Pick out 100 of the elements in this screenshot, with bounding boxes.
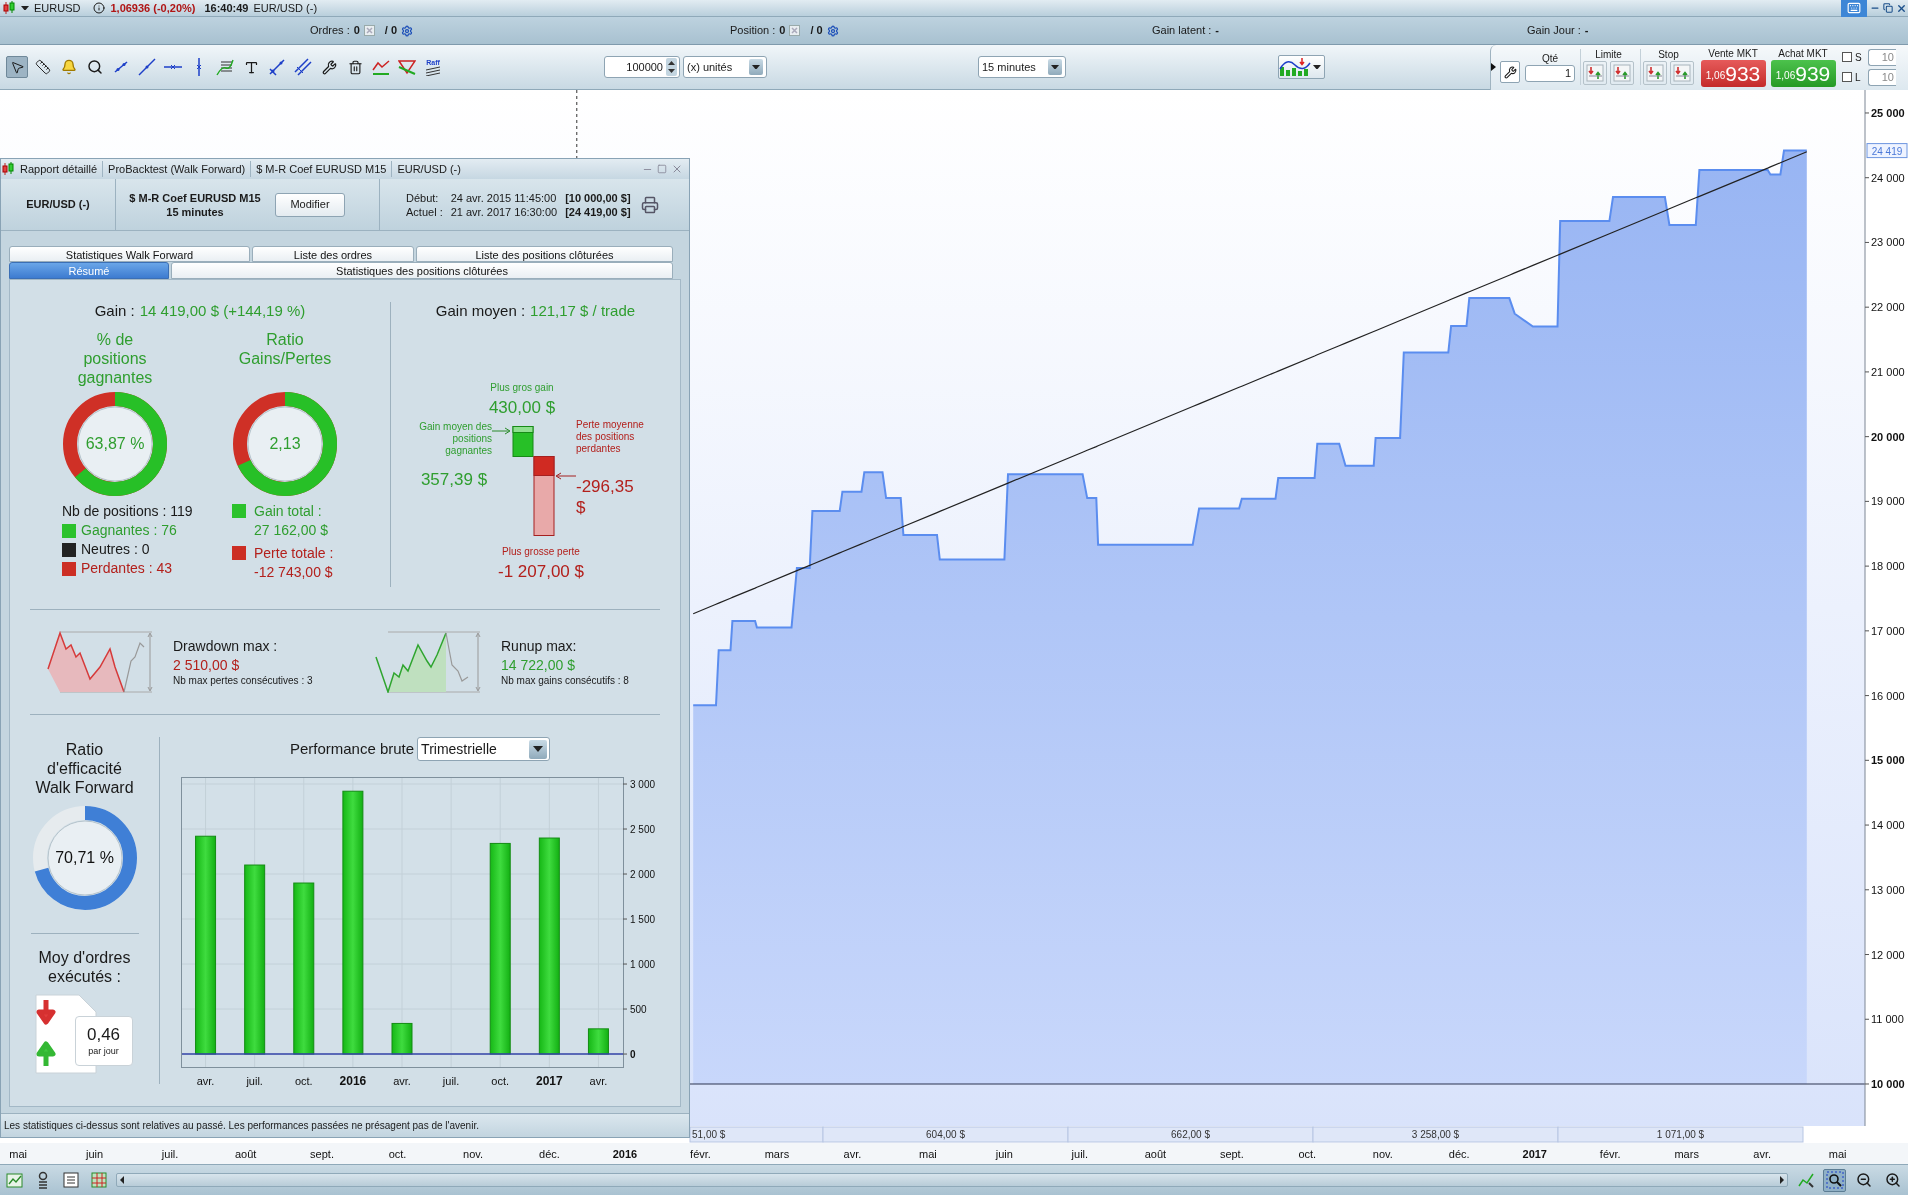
checkbox-label: L [1855,70,1862,85]
unit-select[interactable]: (x) unités [683,56,767,78]
axis-label: 19 000 [1871,495,1905,508]
stat-value: 14 419,00 $ (+144,19 %) [139,301,306,321]
period-gain: 51,00 $ [689,1126,824,1143]
window-title: ProBacktest (Walk Forward) [102,160,251,178]
chart-type-icon [1279,57,1311,77]
limit-order-button[interactable] [1583,61,1607,85]
axis-label: avr. [1753,1148,1772,1160]
legend-label: Gagnantes : 76 [81,521,177,540]
tab[interactable]: Statistiques Walk Forward [9,246,250,262]
wrench-icon [321,59,337,75]
keyboard-button[interactable] [1841,0,1867,17]
market-order-button[interactable]: 1,06933 [1700,59,1766,87]
caret-icon [1051,64,1059,70]
axis-label: 17 000 [1871,624,1905,637]
print-button[interactable] [640,195,659,214]
stat-title: Ratio d'efficacité Walk Forward [34,740,135,797]
offset-field[interactable]: 10 [1868,48,1896,66]
chart-caption: Plus gros gain [489,381,555,395]
wrench-icon [1503,65,1517,79]
checkbox[interactable] [1842,52,1852,62]
stat-title: Moy d'ordres exécutés : [37,948,132,986]
segment-icon [112,58,130,76]
axis-label: 0 [630,1049,636,1061]
axis-label: sept. [310,1148,334,1160]
axis-label: mai [9,1148,28,1160]
export-chart-icon [6,1171,24,1189]
settings-button[interactable] [1500,61,1520,83]
axis-label: 2017 [1522,1148,1547,1160]
axis-label: 15 000 [1871,754,1905,767]
stop-order-button[interactable] [1670,61,1694,85]
instrument-label: EUR/USD (-) [26,197,90,213]
disclaimer-text: Les statistiques ci-dessus sont relatives au passé. Les performances passées ne présagent pas de l'avenir. [4,1118,479,1133]
info-label: Ordres : [310,23,350,39]
period-gain: 662,00 $ [1067,1126,1314,1143]
zoom-tool-button[interactable] [1823,1168,1846,1192]
quantity-field[interactable]: 1 [1525,64,1575,82]
order-label: Qté [1541,52,1559,65]
axis-label: févr. [690,1148,711,1160]
stop-order-button[interactable] [1643,61,1667,85]
modify-button[interactable]: Modifier [275,192,345,217]
tab[interactable]: Statistiques des positions clôturées [171,262,673,279]
order-arrows-icon [1613,64,1631,82]
zoom-out-icon [1855,1172,1872,1188]
axis-label: oct. [388,1148,407,1160]
axis-label: oct. [491,1075,510,1087]
chart-value: -1 207,00 $ [497,561,585,583]
axis-label: 500 [630,1004,647,1016]
axis-label: mai [1828,1148,1847,1160]
scrollbar[interactable] [116,1173,1788,1187]
chart-settings-icon [1796,1171,1815,1189]
restore-button[interactable] [1882,0,1893,16]
legend-value: 27 162,00 $ [254,521,328,540]
tool-button[interactable] [136,56,158,78]
axis-label: 22 000 [1871,301,1905,314]
tab[interactable]: Liste des ordres [252,246,414,262]
cancel-icon [363,25,375,36]
chart-title: Performance brute [289,738,415,759]
axis-label: déc. [539,1148,560,1160]
parallel-lines-icon [294,58,312,76]
window-title: EUR/USD (-) [391,160,466,178]
axis-label: 14 000 [1871,819,1905,832]
axis-label: 13 000 [1871,883,1905,896]
tool-button[interactable] [266,56,288,78]
axis-label: 2016 [339,1074,367,1088]
period-select[interactable]: Trimestrielle [417,737,551,761]
checkbox[interactable] [1842,72,1852,82]
close-icon [671,163,683,175]
line-icon [138,58,156,76]
info-label: Position : [730,23,776,39]
symbol-label[interactable]: EURUSD [34,0,81,17]
axis-label: 20 000 [1871,430,1905,443]
axis-label: 2 500 [630,824,656,835]
limit-order-button[interactable] [1610,61,1634,85]
info-value: - [1584,23,1589,39]
axis-label: 2 000 [630,869,656,881]
axis-label: avr. [393,1075,411,1087]
order-label: Limite [1595,49,1622,61]
chart-type-button[interactable] [1278,55,1325,79]
tool-button[interactable] [292,56,314,78]
expand-arrow-icon [1491,63,1496,71]
offset-field[interactable]: 10 [1868,68,1896,86]
gear-icon[interactable] [826,24,839,37]
timeframe-select[interactable]: 15 minutes [978,56,1066,78]
stat-note: Nb max pertes consécutives : 3 [173,673,313,688]
triangle-pattern-icon [398,58,416,76]
info-icon[interactable] [93,2,106,14]
grid-button[interactable] [88,1169,110,1191]
stat-title: Ratio Gains/Pertes [237,330,333,369]
axis-label: 25 000 [1871,107,1905,119]
axis-label: nov. [1372,1148,1393,1160]
list-button[interactable] [60,1169,82,1191]
tab[interactable]: Liste des positions clôturées [416,246,673,262]
legend-value: -12 743,00 $ [254,563,334,582]
vertical-line-icon [196,58,202,76]
period-gain: 3 258,00 $ [1312,1126,1559,1143]
quantity-field[interactable]: 100000 [604,56,680,78]
axis-label: août [1144,1148,1167,1160]
gear-icon[interactable] [401,24,414,37]
